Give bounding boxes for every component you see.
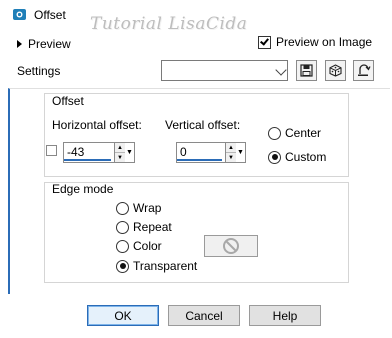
- radio-center-label: Center: [285, 126, 322, 140]
- radio-custom-label: Custom: [285, 150, 327, 164]
- radio-custom[interactable]: Custom: [268, 150, 326, 164]
- help-button[interactable]: Help: [249, 305, 321, 326]
- horizontal-spin-arrows[interactable]: ▲ ▼: [114, 143, 125, 162]
- radio-repeat-label: Repeat: [133, 220, 172, 234]
- vertical-offset-input[interactable]: 0: [177, 143, 222, 161]
- reset-icon: [357, 64, 371, 76]
- horizontal-offset-label: Horizontal offset:: [52, 118, 142, 132]
- spin-down-icon[interactable]: ▼: [226, 152, 236, 162]
- expand-triangle-icon: [17, 40, 22, 48]
- settings-dropdown[interactable]: [161, 60, 288, 81]
- app-icon: [13, 9, 26, 20]
- spin-down-icon[interactable]: ▼: [115, 152, 125, 162]
- radio-transparent[interactable]: Transparent: [116, 259, 197, 273]
- chevron-down-icon: [275, 64, 287, 76]
- radio-transparent-label: Transparent: [133, 259, 198, 273]
- watermark-text: Tutorial LisaCida: [90, 14, 248, 34]
- cancel-button[interactable]: Cancel: [168, 305, 240, 326]
- dropdown-arrow-icon[interactable]: ▼: [236, 143, 245, 162]
- horizontal-offset-input[interactable]: -43: [64, 143, 111, 161]
- offset-group-title: Offset: [52, 94, 84, 108]
- preview-expander[interactable]: Preview: [17, 36, 71, 52]
- spin-up-icon[interactable]: ▲: [115, 143, 125, 152]
- radio-center[interactable]: Center: [268, 126, 321, 140]
- radio-color[interactable]: Color: [116, 239, 162, 253]
- save-preset-button[interactable]: [296, 60, 317, 81]
- floppy-disk-icon: [300, 64, 313, 77]
- disabled-icon: [223, 238, 239, 254]
- radio-circle[interactable]: [116, 239, 129, 253]
- radio-color-label: Color: [133, 239, 162, 253]
- edge-mode-title: Edge mode: [52, 182, 114, 196]
- radio-circle-selected[interactable]: [268, 150, 281, 164]
- dice-icon: [329, 64, 342, 77]
- radio-circle[interactable]: [268, 126, 281, 140]
- dropdown-arrow-icon[interactable]: ▼: [125, 143, 134, 162]
- vertical-spin-arrows[interactable]: ▲ ▼: [225, 143, 236, 162]
- radio-circle[interactable]: [116, 220, 129, 234]
- radio-circle[interactable]: [116, 201, 129, 215]
- edge-color-swatch[interactable]: [204, 235, 258, 257]
- vertical-offset-label: Vertical offset:: [165, 118, 241, 132]
- link-offsets-checkbox[interactable]: [46, 145, 57, 156]
- vertical-offset-spinner[interactable]: 0 ▲ ▼ ▼: [176, 142, 246, 163]
- preview-on-image-checkbox[interactable]: Preview on Image: [258, 35, 372, 49]
- radio-wrap[interactable]: Wrap: [116, 201, 161, 215]
- ok-button[interactable]: OK: [87, 305, 159, 326]
- radio-circle-selected[interactable]: [116, 259, 129, 273]
- reset-button[interactable]: [353, 60, 374, 81]
- radio-repeat[interactable]: Repeat: [116, 220, 172, 234]
- checkmark-icon: [260, 35, 269, 46]
- checkbox-box[interactable]: [258, 35, 271, 49]
- window-title: Offset: [34, 8, 66, 22]
- preview-label: Preview: [28, 37, 71, 51]
- randomize-button[interactable]: [325, 60, 346, 81]
- radio-wrap-label: Wrap: [133, 201, 162, 215]
- horizontal-offset-spinner[interactable]: -43 ▲ ▼ ▼: [63, 142, 135, 163]
- spin-up-icon[interactable]: ▲: [226, 143, 236, 152]
- preview-on-image-label: Preview on Image: [276, 35, 373, 49]
- settings-label: Settings: [17, 64, 61, 78]
